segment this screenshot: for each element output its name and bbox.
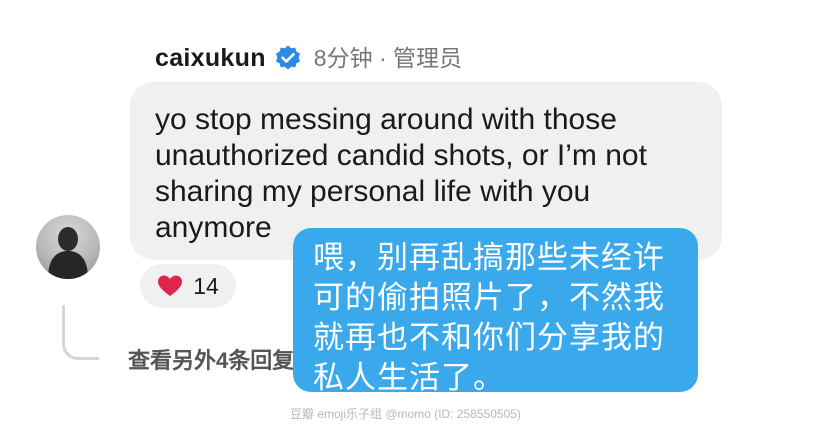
verified-badge-icon xyxy=(274,44,302,72)
comment-text: yo stop messing around with those unauth… xyxy=(155,103,647,244)
heart-icon xyxy=(157,274,183,298)
thread-connector-line xyxy=(62,305,99,360)
comment-meta: 8分钟 · 管理员 xyxy=(313,45,463,71)
reaction-pill[interactable]: 14 xyxy=(140,264,236,308)
avatar-person-icon xyxy=(48,227,88,279)
reaction-count: 14 xyxy=(193,272,219,299)
translation-box: 喂，别再乱搞那些未经许可的偷拍照片了，不然我就再也不和你们分享我的私人生活了。 xyxy=(293,228,698,396)
comment-header: caixukun 8分钟 · 管理员 xyxy=(155,40,462,76)
view-more-replies-link[interactable]: 查看另外4条回复 xyxy=(128,343,294,375)
watermark: 豆瓣 emoji乐子组 @momo (ID: 258550505) xyxy=(290,407,521,421)
username[interactable]: caixukun xyxy=(155,40,266,76)
comment-screenshot: caixukun 8分钟 · 管理员 yo stop messing aroun… xyxy=(0,0,816,432)
avatar[interactable] xyxy=(36,215,100,279)
